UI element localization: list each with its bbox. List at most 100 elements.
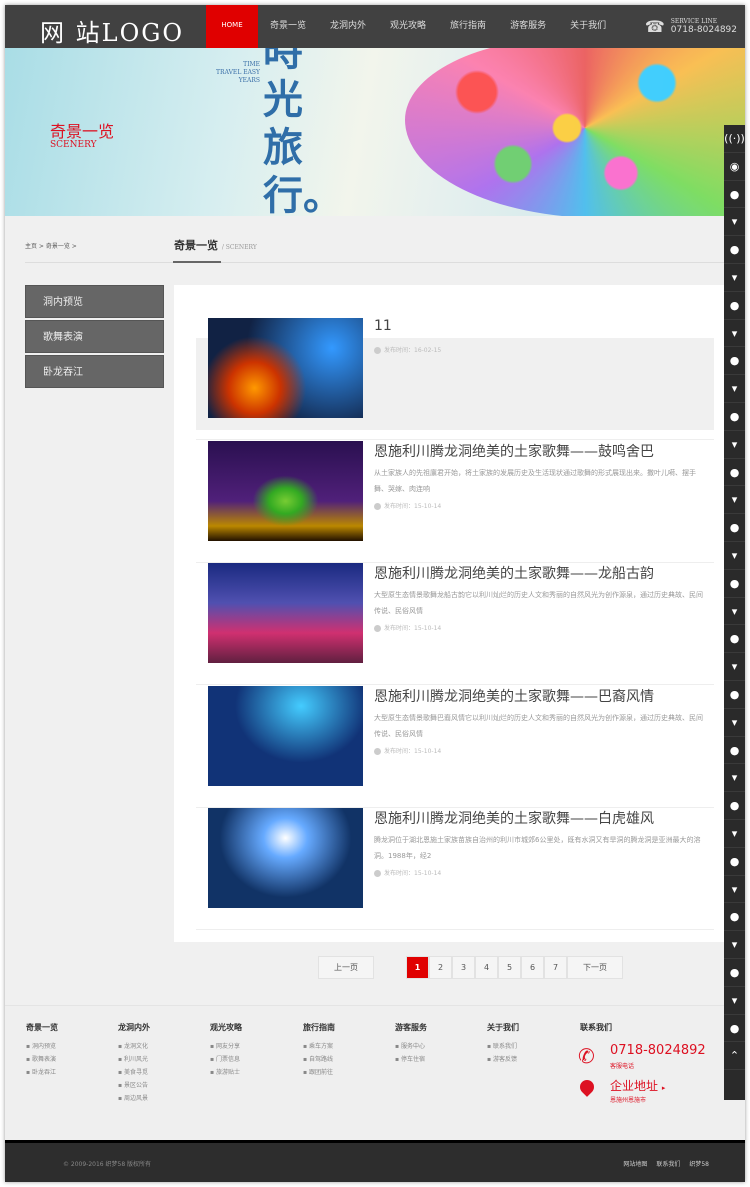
brand-link[interactable]: 织梦58	[689, 1159, 709, 1168]
site-logo[interactable]: 网 站LOGO	[40, 13, 184, 48]
footer-link[interactable]: ▪ 歌舞表演	[26, 1053, 58, 1066]
footer-link[interactable]: ▪ 景区公告	[118, 1079, 150, 1092]
qq-icon[interactable]: ●	[724, 625, 745, 654]
list-item[interactable]: 恩施利川腾龙洞绝美的土家歌舞——龙船古韵 大型原生态情景歌舞龙船古韵它以利川灿烂…	[196, 563, 714, 685]
dance-thumbnail[interactable]	[208, 808, 363, 908]
footer-link[interactable]: ▪ 周边风景	[118, 1092, 150, 1105]
footer-link[interactable]: ▪ 跟团前往	[303, 1066, 335, 1079]
footer-link[interactable]: ▪ 美食寻觅	[118, 1066, 150, 1079]
footer-link[interactable]: ▪ 卧龙吞江	[26, 1066, 58, 1079]
footer-link[interactable]: ▪ 游客反馈	[487, 1053, 519, 1066]
qq-icon[interactable]: ●	[724, 848, 745, 876]
qq-icon[interactable]: ●	[724, 236, 745, 264]
qq-icon[interactable]: ●	[724, 903, 745, 932]
chevron-icon[interactable]: ▾	[724, 264, 745, 292]
item-date: 发布时间：15-10-14	[374, 623, 441, 632]
item-title[interactable]: 恩施利川腾龙洞绝美的土家歌舞——龙船古韵	[374, 563, 654, 583]
page-3[interactable]: 3	[452, 956, 475, 979]
wifi-icon[interactable]: ((·))	[724, 125, 745, 153]
dance-thumbnail[interactable]	[208, 563, 363, 663]
footer-link[interactable]: ▪ 龙洞文化	[118, 1040, 150, 1053]
footer-link[interactable]: ▪ 洞内预览	[26, 1040, 58, 1053]
chevron-icon[interactable]: ▾	[724, 542, 745, 570]
qq-icon[interactable]: ●	[724, 681, 745, 709]
cave-thumbnail[interactable]	[208, 318, 363, 418]
address-title[interactable]: 企业地址 ▸	[610, 1077, 665, 1094]
footer-col-title: 联系我们	[580, 1022, 612, 1032]
chevron-icon[interactable]: ▾	[724, 931, 745, 959]
list-item[interactable]: 11 发布时间：16-02-15	[196, 318, 714, 440]
chevron-icon[interactable]: ▾	[724, 709, 745, 737]
footer-link[interactable]: ▪ 门票信息	[210, 1053, 242, 1066]
footer-link[interactable]: ▪ 停车住宿	[395, 1053, 427, 1066]
footer-link[interactable]: ▪ 联系我们	[487, 1040, 519, 1053]
nav-cave[interactable]: 龙洞内外	[318, 5, 378, 48]
location-icon	[577, 1077, 597, 1097]
item-title[interactable]: 恩施利川腾龙洞绝美的土家歌舞——巴裔风情	[374, 686, 654, 706]
address-text: 恩施州恩施市	[610, 1097, 647, 1104]
chevron-icon[interactable]: ▾	[724, 876, 745, 904]
footer-link[interactable]: ▪ 网友分享	[210, 1040, 242, 1053]
next-page-button[interactable]: 下一页	[567, 956, 623, 979]
nav-scenery[interactable]: 奇景一览	[258, 5, 318, 48]
sidebar-item-dragon-river[interactable]: 卧龙吞江	[25, 355, 164, 388]
footer-col-title: 旅行指南	[303, 1022, 335, 1032]
item-title[interactable]: 恩施利川腾龙洞绝美的土家歌舞——鼓鸣舍巴	[374, 441, 654, 461]
chevron-icon[interactable]: ▾	[724, 764, 745, 793]
qq-icon[interactable]: ●	[724, 792, 745, 820]
item-title[interactable]: 恩施利川腾龙洞绝美的土家歌舞——白虎雄风	[374, 808, 654, 828]
footer-link[interactable]: ▪ 服务中心	[395, 1040, 427, 1053]
chevron-icon[interactable]: ▾	[724, 208, 745, 237]
footer-link[interactable]: ▪ 乘车方案	[303, 1040, 335, 1053]
qq-icon[interactable]: ●	[724, 347, 745, 376]
qq-icon[interactable]: ●	[724, 181, 745, 209]
chevron-icon[interactable]: ▾	[724, 320, 745, 348]
item-title[interactable]: 11	[374, 318, 392, 334]
page-1[interactable]: 1	[406, 956, 429, 979]
nav-about[interactable]: 关于我们	[558, 5, 618, 48]
chevron-icon[interactable]: ▾	[724, 653, 745, 681]
contact-link[interactable]: 联系我们	[656, 1159, 680, 1168]
chevron-icon[interactable]: ▾	[724, 987, 745, 1015]
nav-service[interactable]: 游客服务	[498, 5, 558, 48]
page-2[interactable]: 2	[429, 956, 452, 979]
nav-guide[interactable]: 旅行指南	[438, 5, 498, 48]
qq-icon[interactable]: ●	[724, 514, 745, 542]
chevron-icon[interactable]: ▾	[724, 486, 745, 515]
qq-icon[interactable]: ●	[724, 737, 745, 765]
chevron-icon[interactable]: ▾	[724, 820, 745, 848]
footer-col-title: 关于我们	[487, 1022, 519, 1032]
qq-icon[interactable]: ●	[724, 1015, 745, 1043]
qq-icon[interactable]: ●	[724, 292, 745, 320]
location-icon[interactable]: ◉	[724, 153, 745, 181]
list-item[interactable]: 恩施利川腾龙洞绝美的土家歌舞——鼓鸣舍巴 从土家族人的先祖廪君开始，将土家族的发…	[196, 441, 714, 563]
list-item[interactable]: 恩施利川腾龙洞绝美的土家歌舞——白虎雄风 腾龙洞位于湖北恩施土家族苗族自治州的利…	[196, 808, 714, 930]
qq-icon[interactable]: ●	[724, 459, 745, 487]
dance-thumbnail[interactable]	[208, 686, 363, 786]
footer-link[interactable]: ▪ 自驾路线	[303, 1053, 335, 1066]
prev-page-button[interactable]: 上一页	[318, 956, 374, 979]
chevron-icon[interactable]: ▾	[724, 375, 745, 403]
dance-thumbnail[interactable]	[208, 441, 363, 541]
chevron-icon[interactable]: ▾	[724, 598, 745, 626]
qq-icon[interactable]: ●	[724, 570, 745, 598]
page-frame: 网 站LOGO HOME 奇景一览 龙洞内外 观光攻略 旅行指南 游客服务 关于…	[5, 5, 745, 1182]
chevron-icon[interactable]: ▾	[724, 431, 745, 459]
qq-icon[interactable]: ●	[724, 403, 745, 431]
footer-link[interactable]: ▪ 利川风光	[118, 1053, 150, 1066]
list-item[interactable]: 恩施利川腾龙洞绝美的土家歌舞——巴裔风情 大型原生态情景歌舞巴裔风情它以利川灿烂…	[196, 686, 714, 808]
footer-link[interactable]: ▪ 旅游贴士	[210, 1066, 242, 1079]
sitemap-link[interactable]: 网站地图	[623, 1159, 647, 1168]
page-5[interactable]: 5	[498, 956, 521, 979]
sidebar-item-cave-preview[interactable]: 洞内预览	[25, 285, 164, 318]
page-6[interactable]: 6	[521, 956, 544, 979]
page-7[interactable]: 7	[544, 956, 567, 979]
sidebar-item-song-dance[interactable]: 歌舞表演	[25, 320, 164, 353]
footer-col-title: 观光攻略	[210, 1022, 242, 1032]
breadcrumb[interactable]: 主页 > 奇景一览 >	[25, 241, 77, 250]
page-4[interactable]: 4	[475, 956, 498, 979]
nav-strategy[interactable]: 观光攻略	[378, 5, 438, 48]
back-to-top-icon[interactable]: ⌃	[724, 1042, 745, 1071]
qq-icon[interactable]: ●	[724, 959, 745, 987]
nav-home[interactable]: HOME	[206, 5, 258, 48]
